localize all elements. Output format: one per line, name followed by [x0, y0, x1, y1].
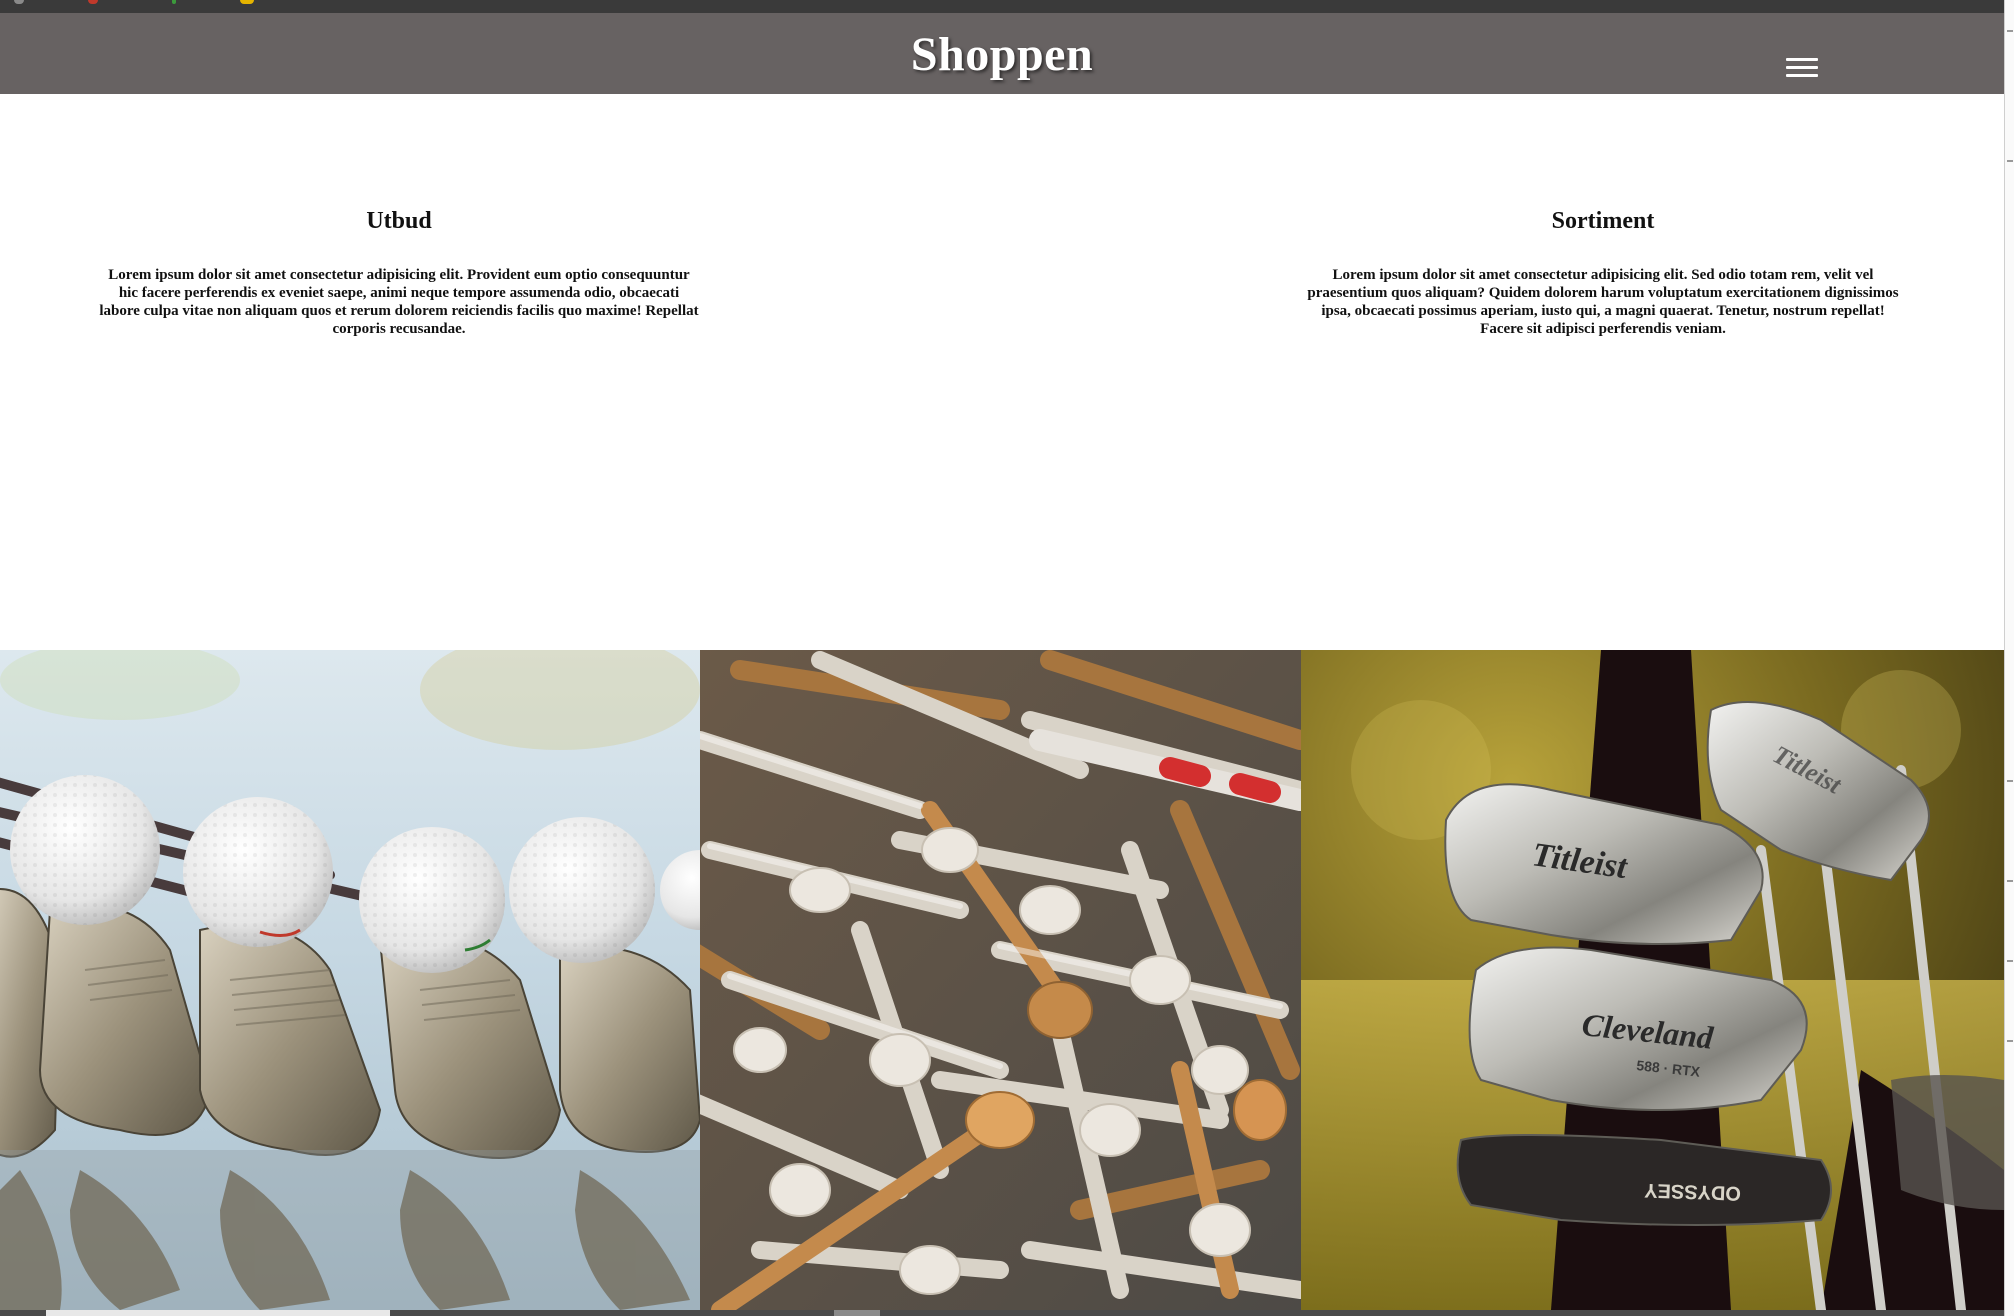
brand-title[interactable]: Shoppen — [0, 27, 2004, 82]
svg-text:ODYSSEY: ODYSSEY — [1643, 1179, 1741, 1204]
window-control-icon — [14, 0, 24, 4]
window-control-icon — [240, 0, 254, 4]
section-text: Lorem ipsum dolor sit amet consectetur a… — [99, 267, 699, 337]
scrollbar-marker — [834, 1310, 880, 1316]
image-gallery: Titleist Cleveland 588 · RTX Titleist OD… — [0, 650, 2004, 1310]
section-heading: Utbud — [366, 208, 432, 234]
horizontal-scrollbar[interactable] — [0, 1310, 2014, 1316]
gallery-image-golf-balls — [0, 650, 700, 1310]
os-top-strip — [0, 0, 2014, 13]
scrollbar-thumb[interactable] — [46, 1310, 390, 1316]
navbar: Shoppen — [0, 13, 2004, 94]
window-control-icon — [88, 0, 98, 4]
devtools-panel-edge — [2004, 0, 2014, 1316]
section-text: Lorem ipsum dolor sit amet consectetur a… — [1307, 267, 1899, 337]
gallery-image-golf-clubs: Titleist Cleveland 588 · RTX Titleist OD… — [1301, 650, 2004, 1310]
window-control-icon — [172, 0, 176, 4]
section-heading: Sortiment — [1551, 208, 1655, 234]
gallery-image-golf-tees — [700, 650, 1301, 1310]
site-viewport: Shoppen Utbud Lorem ipsum dolor sit amet… — [0, 13, 2004, 1316]
section-sortiment: Sortiment Lorem ipsum dolor sit amet con… — [1303, 206, 1903, 338]
hamburger-menu-icon[interactable] — [1786, 58, 1818, 80]
section-utbud: Utbud Lorem ipsum dolor sit amet consect… — [99, 206, 699, 338]
